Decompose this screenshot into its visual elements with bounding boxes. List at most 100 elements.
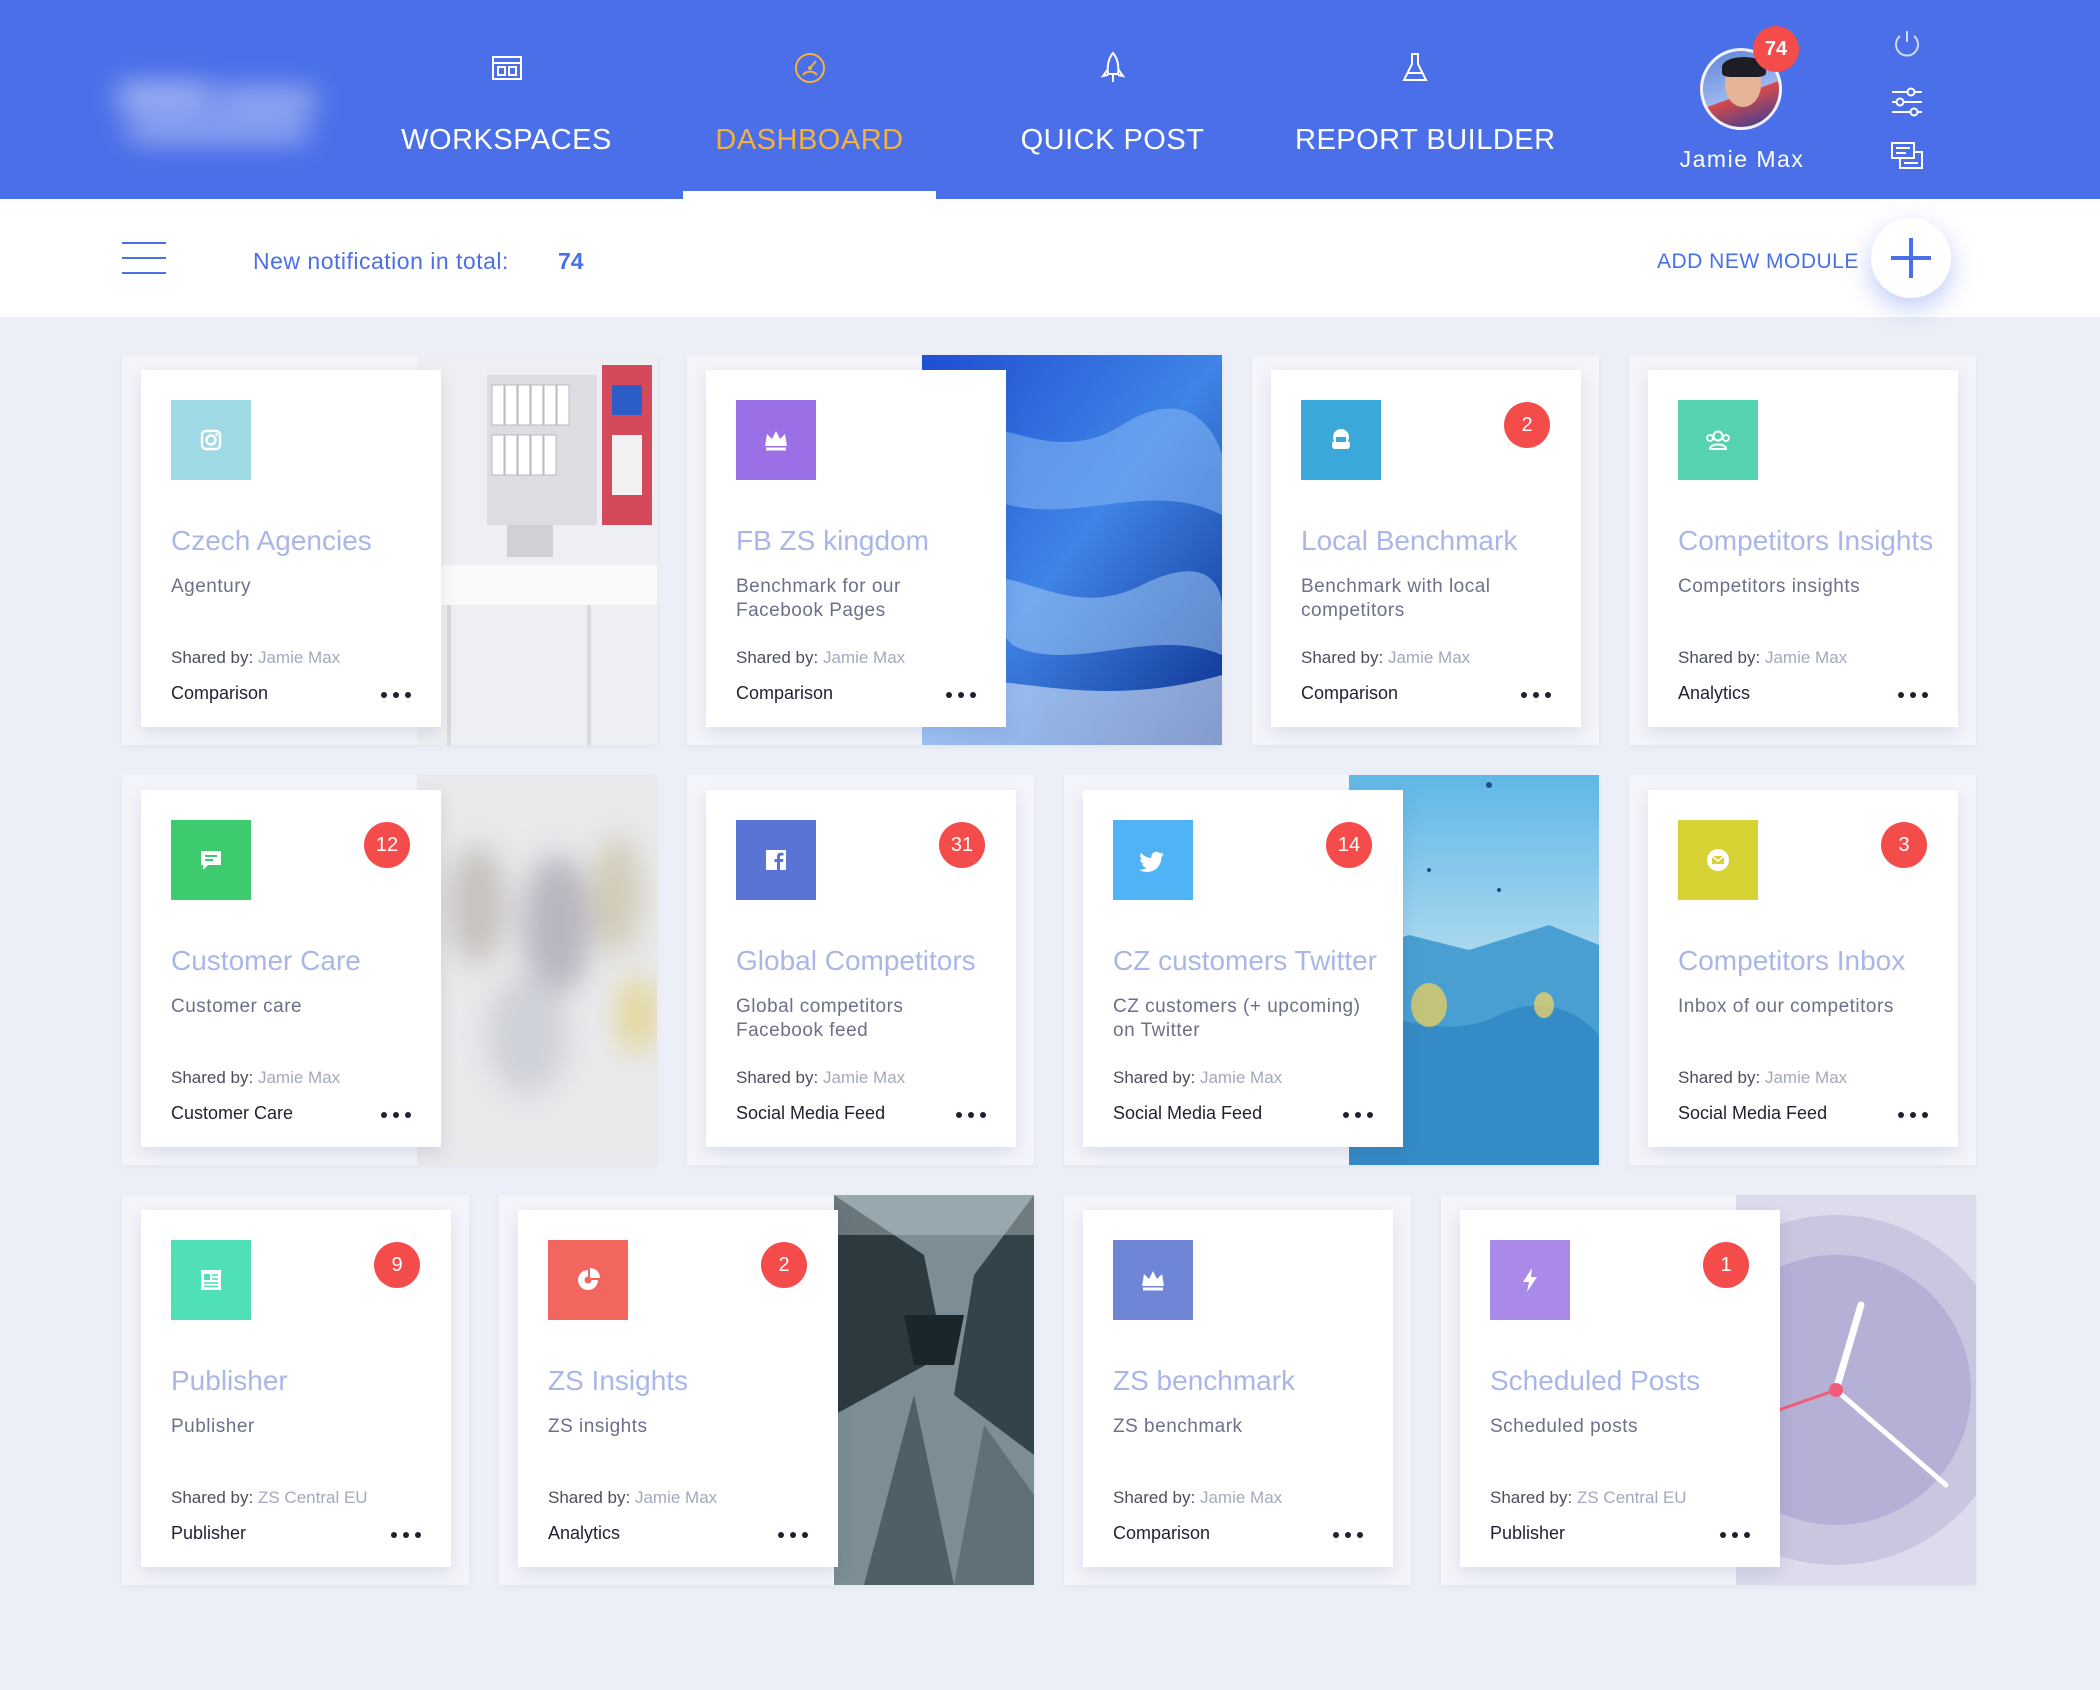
module-publisher[interactable]: 9 Publisher Publisher Shared by: ZS Central… (122, 1195, 469, 1585)
module-title[interactable]: Global Competitors (736, 945, 976, 977)
shared-by-name[interactable]: Jamie Max (635, 1488, 717, 1507)
module-description: ZS benchmark (1113, 1416, 1243, 1437)
shared-by-name[interactable]: Jamie Max (1765, 1068, 1847, 1087)
shared-by-name[interactable]: Jamie Max (1200, 1068, 1282, 1087)
shared-by-name[interactable]: ZS Central EU (258, 1488, 368, 1507)
module-title[interactable]: ZS Insights (548, 1365, 688, 1397)
module-global-competitors[interactable]: 31 Global Competitors Global competitors F… (687, 775, 1034, 1165)
module-type: Social Media Feed (736, 1103, 886, 1123)
nav-workspaces[interactable]: WORKSPACES (394, 50, 619, 199)
module-competitors-insights[interactable]: Competitors Insights Competitors insights… (1629, 355, 1976, 745)
module-title[interactable]: Competitors Insights (1678, 525, 1933, 557)
module-shared-by: Shared by: Jamie Max (736, 1068, 905, 1088)
module-icon-tile (1678, 400, 1758, 480)
shared-by-label: Shared by: (171, 648, 254, 667)
more-options-icon[interactable] (956, 1112, 986, 1120)
armchair-icon (1332, 429, 1350, 449)
sliders-icon[interactable] (1889, 84, 1925, 120)
module-customer-care[interactable]: 12 Customer Care Customer care Shared by: J… (122, 775, 657, 1165)
module-title[interactable]: CZ customers Twitter (1113, 945, 1377, 977)
shared-by-name[interactable]: Jamie Max (258, 648, 340, 667)
module-icon-tile (548, 1240, 628, 1320)
nav-dashboard[interactable]: DASHBOARD (683, 50, 936, 199)
more-options-icon[interactable] (1720, 1532, 1750, 1540)
instagram-icon (200, 429, 222, 451)
module-icon-tile (1301, 400, 1381, 480)
power-icon[interactable] (1889, 26, 1925, 62)
module-icon-tile (1678, 820, 1758, 900)
lightning-icon (1523, 1268, 1537, 1292)
more-options-icon[interactable] (1343, 1112, 1373, 1120)
nav-workspaces-label: WORKSPACES (401, 124, 612, 156)
more-options-icon[interactable] (1898, 1112, 1928, 1120)
shared-by-name[interactable]: ZS Central EU (1577, 1488, 1687, 1507)
module-title[interactable]: Local Benchmark (1301, 525, 1517, 557)
module-fb-zs-kingdom[interactable]: FB ZS kingdom Benchmark for our Facebook … (687, 355, 1222, 745)
module-local-benchmark[interactable]: 2 Local Benchmark Benchmark with local com… (1252, 355, 1599, 745)
shared-by-name[interactable]: Jamie Max (258, 1068, 340, 1087)
shared-by-name[interactable]: Jamie Max (1388, 648, 1470, 667)
notification-badge: 3 (1881, 822, 1927, 868)
more-options-icon[interactable] (381, 692, 411, 700)
module-title[interactable]: Publisher (171, 1365, 288, 1397)
notification-badge: 31 (939, 822, 985, 868)
module-description: CZ customers (+ upcoming) on Twitter (1113, 996, 1361, 1041)
module-cz-customers-twitter[interactable]: 14 CZ customers Twitter CZ customers (+ up… (1064, 775, 1599, 1165)
add-new-module-label[interactable]: ADD NEW MODULE (1657, 250, 1859, 274)
more-options-icon[interactable] (381, 1112, 411, 1120)
more-options-icon[interactable] (778, 1532, 808, 1540)
module-competitors-inbox[interactable]: 3 Competitors Inbox Inbox of our competito… (1629, 775, 1976, 1165)
more-options-icon[interactable] (1898, 692, 1928, 700)
more-options-icon[interactable] (1521, 692, 1551, 700)
chat-icon[interactable] (1889, 138, 1925, 174)
module-type: Publisher (171, 1523, 247, 1543)
shared-by-name[interactable]: Jamie Max (823, 1068, 905, 1087)
module-title[interactable]: Customer Care (171, 945, 361, 977)
module-description: Inbox of our competitors (1678, 996, 1894, 1017)
module-title[interactable]: Czech Agencies (171, 525, 372, 557)
chat-bubble-icon (201, 851, 221, 870)
module-description: Agentury (171, 576, 252, 597)
shared-by-name[interactable]: Jamie Max (1200, 1488, 1282, 1507)
mail-icon (1707, 849, 1729, 871)
shared-by-name[interactable]: Jamie Max (1765, 648, 1847, 667)
group-icon (1706, 430, 1730, 450)
more-options-icon[interactable] (1333, 1532, 1363, 1540)
menu-icon[interactable] (122, 242, 166, 276)
shared-by-label: Shared by: (171, 1488, 254, 1507)
module-czech-agencies[interactable]: Czech Agencies Agentury Shared by: Jamie M… (122, 355, 657, 745)
shared-by-label: Shared by: (736, 1068, 819, 1087)
shared-by-name[interactable]: Jamie Max (823, 648, 905, 667)
workspaces-icon (491, 56, 522, 80)
module-shared-by: Shared by: Jamie Max (171, 1068, 340, 1088)
user-name[interactable]: Jamie Max (1660, 146, 1824, 173)
module-shared-by: Shared by: Jamie Max (171, 648, 340, 668)
module-zs-insights[interactable]: 2 ZS Insights ZS insights Shared by: Jamie … (499, 1195, 1034, 1585)
brand-logo[interactable] (118, 78, 318, 158)
shared-by-label: Shared by: (1113, 1068, 1196, 1087)
blurred-crowd-photo (417, 775, 657, 1165)
add-module-button[interactable] (1871, 218, 1951, 298)
more-options-icon[interactable] (946, 692, 976, 700)
module-title[interactable]: FB ZS kingdom (736, 525, 929, 557)
module-title[interactable]: ZS benchmark (1113, 1365, 1295, 1397)
module-description: Benchmark for our Facebook Pages (736, 576, 901, 621)
module-icon-tile (1490, 1240, 1570, 1320)
facebook-icon (766, 850, 786, 870)
nav-quick-post[interactable]: QUICK POST (1000, 50, 1225, 199)
nav-report-builder[interactable]: REPORT BUILDER (1295, 50, 1555, 199)
nav-dashboard-label: DASHBOARD (715, 124, 904, 156)
module-shared-by: Shared by: ZS Central EU (171, 1488, 368, 1508)
module-description: Global competitors Facebook feed (736, 996, 904, 1041)
module-title[interactable]: Competitors Inbox (1678, 945, 1905, 977)
module-title[interactable]: Scheduled Posts (1490, 1365, 1700, 1397)
module-shared-by: Shared by: Jamie Max (1678, 1068, 1847, 1088)
module-scheduled-posts[interactable]: 1 Scheduled Posts Scheduled posts Shared by… (1441, 1195, 1976, 1585)
more-options-icon[interactable] (391, 1532, 421, 1540)
crown-icon (1142, 1271, 1164, 1291)
module-description: Benchmark with local competitors (1301, 576, 1491, 621)
module-description: Scheduled posts (1490, 1416, 1638, 1437)
shared-by-label: Shared by: (171, 1068, 254, 1087)
module-zs-benchmark[interactable]: ZS benchmark ZS benchmark Shared by: Jamie… (1064, 1195, 1411, 1585)
notification-total-count: 74 (558, 248, 584, 274)
